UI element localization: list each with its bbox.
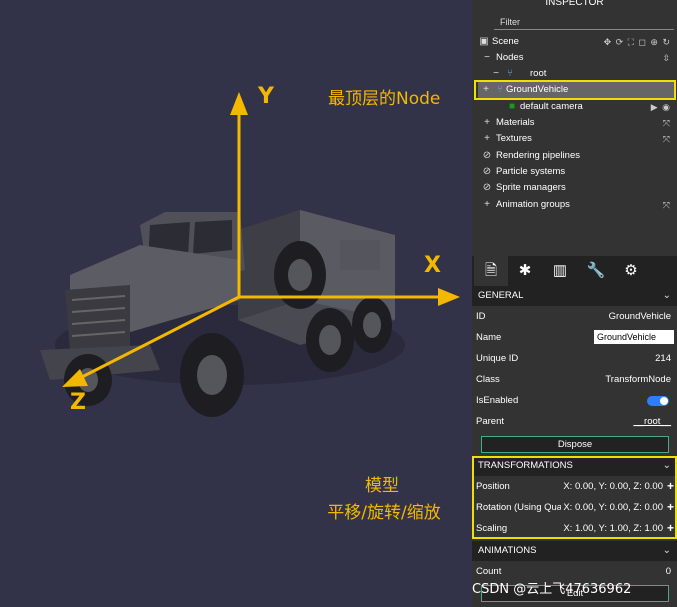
- inspector-panel: INSPECTOR Filter ▣ Scene ✥ ⟳ ⛶ ◻ ⊕ ↻ − N…: [472, 0, 677, 607]
- name-input[interactable]: GroundVehicle: [594, 330, 674, 344]
- chevron-down-icon: ⌄: [662, 290, 671, 301]
- tree-item-label: Animation groups: [496, 199, 570, 210]
- section-title: GENERAL: [478, 290, 524, 301]
- tree-item-sprite-managers[interactable]: ⊘ Sprite managers: [472, 180, 677, 196]
- animations-section-header[interactable]: ANIMATIONS ⌄: [472, 541, 677, 561]
- tree-item-textures[interactable]: + Textures ⤧: [472, 131, 677, 147]
- tree-item-scene[interactable]: ▣ Scene ✥ ⟳ ⛶ ◻ ⊕ ↻: [472, 34, 677, 50]
- transformations-highlight: [472, 456, 677, 539]
- parent-link[interactable]: __root__: [633, 411, 671, 432]
- prop-value: 0: [665, 566, 671, 577]
- chevron-down-icon: ⌄: [662, 545, 671, 556]
- prop-id: ID GroundVehicle: [472, 306, 677, 327]
- tree-item-label: default camera: [520, 101, 583, 112]
- scene-toolbar-icons[interactable]: ✥ ⟳ ⛶ ◻ ⊕ ↻: [604, 34, 671, 50]
- expand-all-icon[interactable]: ⤧: [663, 197, 671, 213]
- expand-icon[interactable]: +: [481, 197, 493, 213]
- tree-item-label: Nodes: [496, 52, 524, 63]
- y-axis-arrow[interactable]: [230, 92, 248, 115]
- expand-all-icon[interactable]: ⤧: [663, 115, 671, 131]
- disabled-icon: ⊘: [482, 166, 492, 177]
- section-title: ANIMATIONS: [478, 545, 537, 556]
- chart-icon: ▥: [552, 262, 568, 279]
- tree-item-label: Sprite managers: [496, 182, 566, 193]
- prop-value: TransformNode: [605, 374, 671, 385]
- disabled-icon: ⊘: [482, 150, 492, 161]
- 3d-viewport[interactable]: Y X Z 最顶层的Node 模型 平移/旋转/缩放: [0, 0, 472, 607]
- disabled-icon: ⊘: [482, 182, 492, 193]
- filter-input[interactable]: Filter: [494, 14, 674, 30]
- tree-item-nodes[interactable]: − Nodes ⇳: [472, 50, 677, 66]
- tree-item-rendering-pipelines[interactable]: ⊘ Rendering pipelines: [472, 148, 677, 164]
- watermark: CSDN @云上飞47636962: [472, 582, 632, 597]
- tree-item-materials[interactable]: + Materials ⤧: [472, 115, 677, 131]
- statistics-tab[interactable]: ▥: [543, 256, 577, 286]
- ground-vehicle-model[interactable]: [40, 210, 405, 417]
- model-annotation-line1: 模型: [365, 476, 399, 496]
- wrench-icon: 🔧: [586, 262, 606, 279]
- expand-all-icon[interactable]: ⤧: [663, 131, 671, 147]
- dispose-button[interactable]: Dispose: [481, 436, 669, 453]
- expand-all-icon[interactable]: ⇳: [662, 50, 671, 66]
- tree-item-animation-groups[interactable]: + Animation groups ⤧: [472, 197, 677, 213]
- inspector-tab-bar: 🗎 ✱ ▥ 🔧 ⚙: [472, 256, 677, 286]
- x-axis-label: X: [424, 253, 441, 278]
- camera-node-icon: ■: [508, 101, 516, 112]
- tree-item-default-camera[interactable]: ■ default camera ▶ ◉: [472, 99, 677, 115]
- expand-icon[interactable]: +: [481, 131, 493, 147]
- prop-label: Unique ID: [476, 353, 519, 364]
- prop-is-enabled: IsEnabled: [472, 390, 677, 411]
- prop-name: Name GroundVehicle: [472, 327, 677, 348]
- prop-value: GroundVehicle: [608, 311, 671, 322]
- prop-parent: Parent __root__: [472, 411, 677, 432]
- prop-label: IsEnabled: [476, 395, 519, 406]
- tree-item-label: Rendering pipelines: [496, 150, 580, 161]
- inspector-title: INSPECTOR: [545, 0, 604, 8]
- camera-visibility-icons[interactable]: ▶ ◉: [651, 99, 671, 115]
- tree-item-label: Scene: [492, 36, 519, 47]
- tree-item-label: Particle systems: [496, 166, 566, 177]
- is-enabled-toggle[interactable]: [647, 396, 669, 406]
- model-annotation-line2: 平移/旋转/缩放: [327, 503, 441, 523]
- tools-tab[interactable]: 🔧: [579, 256, 613, 286]
- general-tab[interactable]: 🗎: [474, 256, 508, 286]
- settings-tab[interactable]: ⚙: [614, 256, 648, 286]
- y-axis-label: Y: [258, 84, 274, 109]
- prop-class: Class TransformNode: [472, 369, 677, 390]
- file-icon: 🗎: [484, 262, 498, 279]
- tree-item-particle-systems[interactable]: ⊘ Particle systems: [472, 164, 677, 180]
- tree-item-label: Materials: [496, 117, 535, 128]
- prop-label: Parent: [476, 416, 504, 427]
- top-node-annotation: 最顶层的Node: [328, 89, 441, 109]
- prop-unique-id: Unique ID 214: [472, 348, 677, 369]
- z-axis-label: Z: [70, 390, 86, 415]
- tree-item-label: Textures: [496, 133, 532, 144]
- ground-vehicle-highlight: [474, 80, 676, 100]
- prop-label: Class: [476, 374, 500, 385]
- bug-icon: ✱: [518, 262, 532, 279]
- debug-tab[interactable]: ✱: [508, 256, 542, 286]
- prop-label: Name: [476, 332, 502, 343]
- prop-label: ID: [476, 311, 486, 322]
- expand-icon[interactable]: +: [481, 115, 493, 131]
- collapse-icon[interactable]: −: [481, 50, 493, 66]
- general-section-header[interactable]: GENERAL ⌄: [472, 286, 677, 306]
- prop-value: 214: [655, 353, 671, 364]
- x-axis-arrow[interactable]: [438, 288, 460, 306]
- gear-icon: ⚙: [624, 262, 638, 279]
- scene-icon: ▣: [479, 36, 489, 47]
